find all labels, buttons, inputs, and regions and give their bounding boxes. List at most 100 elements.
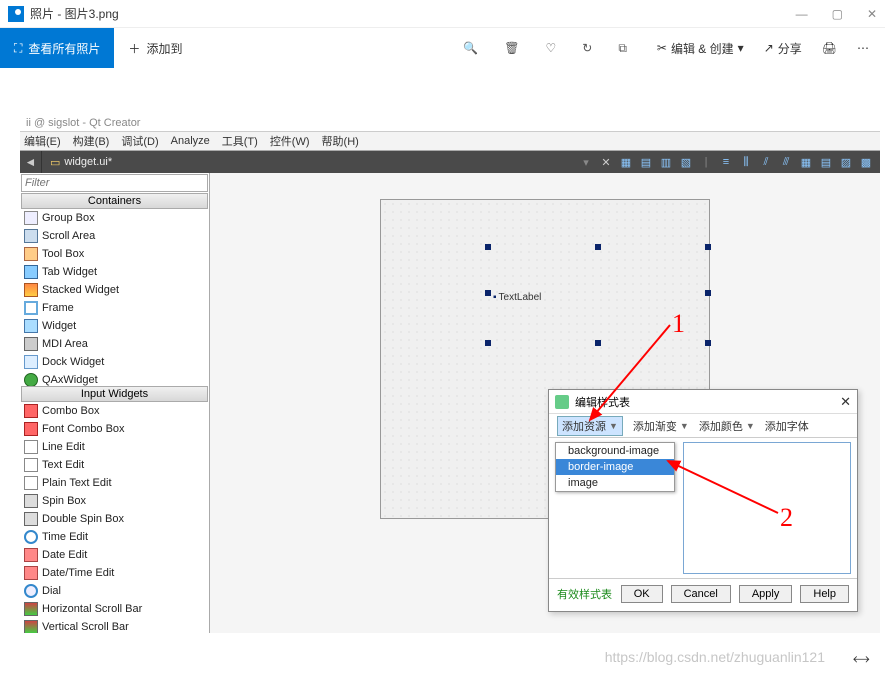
widget-tabwidget[interactable]: Tab Widget <box>20 263 209 281</box>
menu-analyze[interactable]: Analyze <box>171 135 210 147</box>
widget-filter-input[interactable] <box>21 174 208 192</box>
more-icon[interactable]: ⋯ <box>857 41 869 55</box>
stylesheet-textarea[interactable] <box>683 442 851 574</box>
widget-hscrollbar[interactable]: Horizontal Scroll Bar <box>20 600 209 618</box>
widget-doublespinbox[interactable]: Double Spin Box <box>20 510 209 528</box>
widget-combobox[interactable]: Combo Box <box>20 402 209 420</box>
zoom-icon[interactable]: 🔍 <box>463 41 478 55</box>
edit-stylesheet-dialog: 编辑样式表 ✕ 添加资源▼ 添加渐变▼ 添加颜色▼ 添加字体 backgroun… <box>548 389 858 612</box>
share-icon: ↗ <box>764 41 774 55</box>
tb-grid-icon[interactable]: ▦ <box>798 154 814 170</box>
plus-icon: ＋ <box>128 40 140 57</box>
widget-dial[interactable]: Dial <box>20 582 209 600</box>
valid-stylesheet-label: 有效样式表 <box>557 586 612 602</box>
crop-icon[interactable]: ⧉ <box>618 41 627 56</box>
menu-item-border-image[interactable]: border-image <box>556 459 674 475</box>
section-containers[interactable]: Containers <box>21 193 208 209</box>
add-font-button[interactable]: 添加字体 <box>765 418 809 434</box>
menu-widgets[interactable]: 控件(W) <box>270 133 310 149</box>
menu-tools[interactable]: 工具(T) <box>222 133 258 149</box>
menu-help[interactable]: 帮助(H) <box>322 133 359 149</box>
widget-qaxwidget[interactable]: QAxWidget <box>20 371 209 386</box>
tb-form-icon[interactable]: ▤ <box>818 154 834 170</box>
plaintextedit-icon <box>24 476 38 490</box>
maximize-icon[interactable]: ▢ <box>832 7 843 21</box>
chevron-down-icon: ▼ <box>680 421 689 431</box>
expand-icon[interactable]: ⤢ <box>850 649 872 671</box>
see-all-photos-button[interactable]: ⛶ 查看所有照片 <box>0 28 114 68</box>
add-gradient-button[interactable]: 添加渐变▼ <box>633 418 689 434</box>
menu-build[interactable]: 构建(B) <box>73 133 110 149</box>
chevron-down-icon: ▼ <box>609 421 618 431</box>
widget-lineedit[interactable]: Line Edit <box>20 438 209 456</box>
widget-datetimeedit[interactable]: Date/Time Edit <box>20 564 209 582</box>
ok-button[interactable]: OK <box>621 585 663 603</box>
selection-handle[interactable] <box>705 340 711 346</box>
tb-hsplit-icon[interactable]: ⫽ <box>758 154 774 170</box>
close-tab-icon[interactable]: ✕ <box>598 154 614 170</box>
heart-icon[interactable]: ♡ <box>546 41 557 55</box>
tb-hlayout-icon[interactable]: ≡ <box>718 154 734 170</box>
photos-titlebar: 照片 - 图片3.png — ▢ ✕ <box>0 0 885 28</box>
apply-button[interactable]: Apply <box>739 585 793 603</box>
selection-handle[interactable] <box>485 244 491 250</box>
widget-dateedit[interactable]: Date Edit <box>20 546 209 564</box>
selection-handle[interactable] <box>595 340 601 346</box>
section-input-widgets[interactable]: Input Widgets <box>21 386 208 402</box>
selection-handle[interactable] <box>705 290 711 296</box>
scrollarea-icon <box>24 229 38 243</box>
tb-adjust-icon[interactable]: ▩ <box>858 154 874 170</box>
close-icon[interactable]: ✕ <box>867 7 877 21</box>
text-label-widget[interactable]: TextLabel <box>493 292 541 303</box>
widget-vscrollbar[interactable]: Vertical Scroll Bar <box>20 618 209 633</box>
tabwidget-icon <box>24 265 38 279</box>
nav-back-icon[interactable]: ◄ <box>20 151 42 173</box>
tb-edit-signals-icon[interactable]: ▤ <box>638 154 654 170</box>
widget-dockwidget[interactable]: Dock Widget <box>20 353 209 371</box>
widget-spinbox[interactable]: Spin Box <box>20 492 209 510</box>
photos-toolbar: ⛶ 查看所有照片 ＋ 添加到 🔍 🗑 ♡ ↻ ⧉ ✂ 编辑 & 创建 ▾ ↗ 分… <box>0 28 885 68</box>
selection-handle[interactable] <box>705 244 711 250</box>
rotate-icon[interactable]: ↻ <box>582 41 592 55</box>
share-button[interactable]: ↗ 分享 <box>764 40 802 57</box>
dialog-close-icon[interactable]: ✕ <box>840 394 851 410</box>
print-icon[interactable]: 🖨 <box>822 41 837 55</box>
tb-edit-taborder-icon[interactable]: ▧ <box>678 154 694 170</box>
add-color-button[interactable]: 添加颜色▼ <box>699 418 755 434</box>
widget-timeedit[interactable]: Time Edit <box>20 528 209 546</box>
add-to-button[interactable]: ＋ 添加到 <box>114 40 196 57</box>
groupbox-icon <box>24 211 38 225</box>
tb-break-icon[interactable]: ▨ <box>838 154 854 170</box>
cancel-button[interactable]: Cancel <box>671 585 731 603</box>
widget-fontcombobox[interactable]: Font Combo Box <box>20 420 209 438</box>
widget-scrollarea[interactable]: Scroll Area <box>20 227 209 245</box>
watermark: https://blog.csdn.net/zhuguanlin121 <box>605 649 825 665</box>
menu-item-background-image[interactable]: background-image <box>556 443 674 459</box>
widget-stackedwidget[interactable]: Stacked Widget <box>20 281 209 299</box>
tb-vsplit-icon[interactable]: ⫻ <box>778 154 794 170</box>
selection-handle[interactable] <box>485 290 491 296</box>
tb-edit-widgets-icon[interactable]: ▦ <box>618 154 634 170</box>
widget-textedit[interactable]: Text Edit <box>20 456 209 474</box>
widget-groupbox[interactable]: Group Box <box>20 209 209 227</box>
edit-create-button[interactable]: ✂ 编辑 & 创建 ▾ <box>657 40 744 57</box>
tb-vlayout-icon[interactable]: ⫼ <box>738 154 754 170</box>
widget-plaintextedit[interactable]: Plain Text Edit <box>20 474 209 492</box>
file-tab[interactable]: ▭ widget.ui* <box>42 151 120 173</box>
help-button[interactable]: Help <box>800 585 849 603</box>
menu-item-image[interactable]: image <box>556 475 674 491</box>
widget-mdiarea[interactable]: MDI Area <box>20 335 209 353</box>
selection-handle[interactable] <box>485 340 491 346</box>
minimize-icon[interactable]: — <box>796 7 808 21</box>
add-resource-button[interactable]: 添加资源▼ <box>557 416 623 436</box>
delete-icon[interactable]: 🗑 <box>504 41 519 55</box>
dialog-titlebar[interactable]: 编辑样式表 ✕ <box>549 390 857 414</box>
widget-toolbox[interactable]: Tool Box <box>20 245 209 263</box>
selection-handle[interactable] <box>595 244 601 250</box>
menu-edit[interactable]: 编辑(E) <box>24 133 61 149</box>
widget-box: Containers Group Box Scroll Area Tool Bo… <box>20 173 210 633</box>
tb-edit-buddies-icon[interactable]: ▥ <box>658 154 674 170</box>
widget-frame[interactable]: Frame <box>20 299 209 317</box>
widget-widget[interactable]: Widget <box>20 317 209 335</box>
menu-debug[interactable]: 调试(D) <box>121 133 158 149</box>
